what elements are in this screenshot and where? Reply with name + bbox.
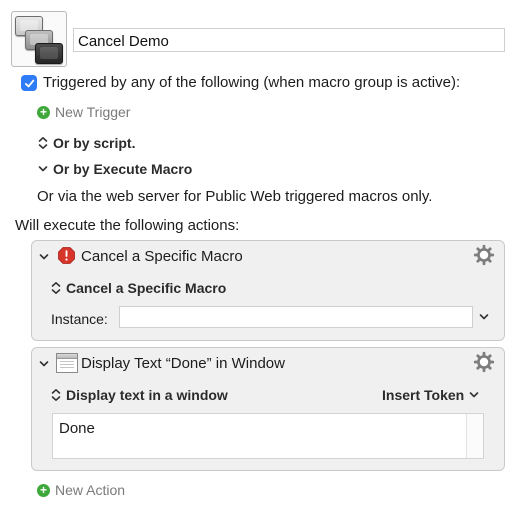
new-action-button[interactable]: + New Action: [37, 482, 125, 498]
add-icon: +: [37, 483, 50, 497]
action-title: Cancel a Specific Macro: [81, 248, 243, 265]
stop-icon: [58, 247, 75, 264]
chevron-down-icon[interactable]: [478, 311, 490, 323]
new-trigger-button[interactable]: + New Trigger: [37, 104, 130, 120]
updown-chevron-icon: [51, 389, 61, 401]
window-icon: [56, 353, 78, 373]
action-title: Display Text “Done” in Window: [81, 355, 285, 372]
action-cancel-macro[interactable]: Cancel a Specific Macro Cancel a Specifi…: [31, 240, 505, 341]
action-subheading-disclosure[interactable]: Cancel a Specific Macro: [50, 280, 226, 296]
insert-token-label: Insert Token: [382, 387, 465, 403]
checkmark-icon: [24, 79, 34, 87]
text-area-value: Done: [59, 420, 95, 437]
by-script-label: Or by script.: [53, 135, 136, 151]
action-subheading: Cancel a Specific Macro: [66, 280, 227, 296]
new-trigger-label: New Trigger: [55, 104, 131, 120]
insert-token-button[interactable]: Insert Token: [382, 387, 480, 403]
actions-header: Will execute the following actions:: [15, 217, 240, 234]
gear-icon[interactable]: [473, 244, 495, 266]
chevron-down-icon[interactable]: [38, 251, 50, 263]
updown-chevron-icon: [38, 137, 48, 149]
action-subheading: Display text in a window: [66, 387, 228, 403]
chevron-down-icon: [469, 392, 479, 398]
add-icon: +: [37, 105, 50, 119]
triggered-checkbox[interactable]: [21, 75, 37, 91]
new-action-label: New Action: [55, 482, 126, 498]
macro-name-field[interactable]: Cancel Demo: [73, 28, 505, 52]
gear-icon[interactable]: [473, 351, 495, 373]
keyboard-key-icon: [35, 43, 63, 64]
instance-field[interactable]: [119, 306, 473, 328]
text-area[interactable]: Done: [52, 413, 484, 459]
chevron-down-icon[interactable]: [38, 358, 50, 370]
macro-icon[interactable]: [11, 11, 67, 67]
chevron-down-icon: [38, 166, 48, 172]
web-server-text: Or via the web server for Public Web tri…: [37, 188, 433, 205]
instance-label: Instance:: [51, 311, 108, 327]
updown-chevron-icon: [51, 282, 61, 294]
by-execute-label: Or by Execute Macro: [53, 161, 193, 177]
action-subheading-disclosure[interactable]: Display text in a window: [50, 387, 228, 403]
action-display-text[interactable]: Display Text “Done” in Window Display te…: [31, 347, 505, 471]
scrollbar[interactable]: [466, 414, 483, 458]
triggered-label: Triggered by any of the following (when …: [43, 74, 461, 91]
by-execute-disclosure[interactable]: Or by Execute Macro: [37, 161, 192, 177]
by-script-disclosure[interactable]: Or by script.: [37, 135, 135, 151]
